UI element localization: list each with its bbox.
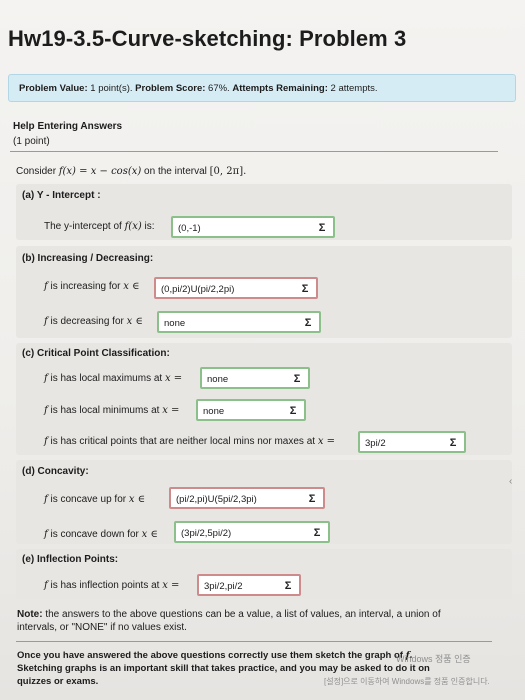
windows-activation-title: Windows 정품 인증 [396, 654, 471, 664]
footer-line-1: Once you have answered the above questio… [17, 650, 413, 661]
sigma-icon[interactable]: Σ [297, 281, 313, 297]
problem-page: Hw19-3.5-Curve-sketching: Problem 3 Prob… [0, 0, 525, 700]
sigma-icon[interactable]: Σ [289, 371, 305, 387]
concave-down-prompt: f is concave down for x ∈ [44, 529, 158, 540]
problem-value: 1 point(s). [90, 83, 133, 94]
problem-value-label: Problem Value: [19, 83, 88, 94]
decreasing-interval-input[interactable]: none Σ [157, 311, 321, 333]
part-d-heading: (d) Concavity: [22, 466, 89, 477]
interval-value: [0, 2π]. [209, 166, 247, 177]
local-max-prompt: f is has local maximums at x = [44, 373, 183, 384]
attempts-label: Attempts Remaining: [232, 83, 328, 94]
attempts-remaining: 2 attempts. [330, 83, 378, 94]
footer-line-2: Sketching graphs is an important skill t… [17, 663, 430, 674]
interval-label: on the interval [144, 166, 207, 177]
help-entering-answers-link[interactable]: Help Entering Answers [13, 121, 122, 132]
note-line-1: Note: the answers to the above questions… [17, 609, 441, 620]
sigma-icon[interactable]: Σ [300, 315, 316, 331]
problem-info-bar: Problem Value: 1 point(s). Problem Score… [8, 74, 516, 102]
windows-activation-text: [설정]으로 이동하여 Windows를 정품 인증합니다. [324, 677, 490, 686]
y-intercept-input[interactable]: (0,-1) Σ [171, 216, 335, 238]
sigma-icon[interactable]: Σ [285, 403, 301, 419]
part-e-heading: (e) Inflection Points: [22, 554, 119, 565]
part-b-heading: (b) Increasing / Decreasing: [22, 253, 154, 264]
local-min-prompt: f is has local minimums at x = [44, 405, 180, 416]
part-c-heading: (c) Critical Point Classification: [22, 348, 170, 359]
footer-line-3: quizzes or exams. [17, 676, 99, 687]
increasing-prompt: f is increasing for x ∈ [44, 281, 140, 292]
part-a-heading: (a) Y - Intercept : [22, 190, 101, 201]
problem-statement: Consider f(x) = x − cos(x) on the interv… [16, 166, 246, 177]
divider [16, 641, 492, 642]
sigma-icon[interactable]: Σ [304, 491, 320, 507]
problem-score: 67%. [208, 83, 230, 94]
inflection-prompt: f is has inflection points at x = [44, 580, 180, 591]
problem-score-label: Problem Score: [135, 83, 206, 94]
sigma-icon[interactable]: Σ [314, 220, 330, 236]
chevron-left-icon[interactable]: ‹ [509, 476, 512, 487]
problem-points: (1 point) [13, 136, 50, 147]
concave-down-input[interactable]: (3pi/2,5pi/2) Σ [174, 521, 330, 543]
sigma-icon[interactable]: Σ [280, 578, 296, 594]
increasing-interval-input[interactable]: (0,pi/2)U(pi/2,2pi) Σ [154, 277, 318, 299]
critical-point-prompt: f is has critical points that are neithe… [44, 436, 336, 447]
local-max-input[interactable]: none Σ [200, 367, 310, 389]
sigma-icon[interactable]: Σ [309, 525, 325, 541]
function-definition: f(x) = x − cos(x) [58, 166, 142, 177]
local-min-input[interactable]: none Σ [196, 399, 306, 421]
decreasing-prompt: f is decreasing for x ∈ [44, 316, 143, 327]
sigma-icon[interactable]: Σ [445, 435, 461, 451]
inflection-points-input[interactable]: 3pi/2,pi/2 Σ [197, 574, 301, 596]
part-a-prompt: The y-intercept of f(x) is: [44, 221, 155, 232]
concave-up-prompt: f is concave up for x ∈ [44, 494, 146, 505]
page-title: Hw19-3.5-Curve-sketching: Problem 3 [8, 26, 407, 51]
critical-point-input[interactable]: 3pi/2 Σ [358, 431, 466, 453]
divider [10, 151, 498, 152]
note-line-2: intervals, or "NONE" if no values exist. [17, 622, 187, 633]
concave-up-input[interactable]: (pi/2,pi)U(5pi/2,3pi) Σ [169, 487, 325, 509]
consider-label: Consider [16, 166, 57, 177]
